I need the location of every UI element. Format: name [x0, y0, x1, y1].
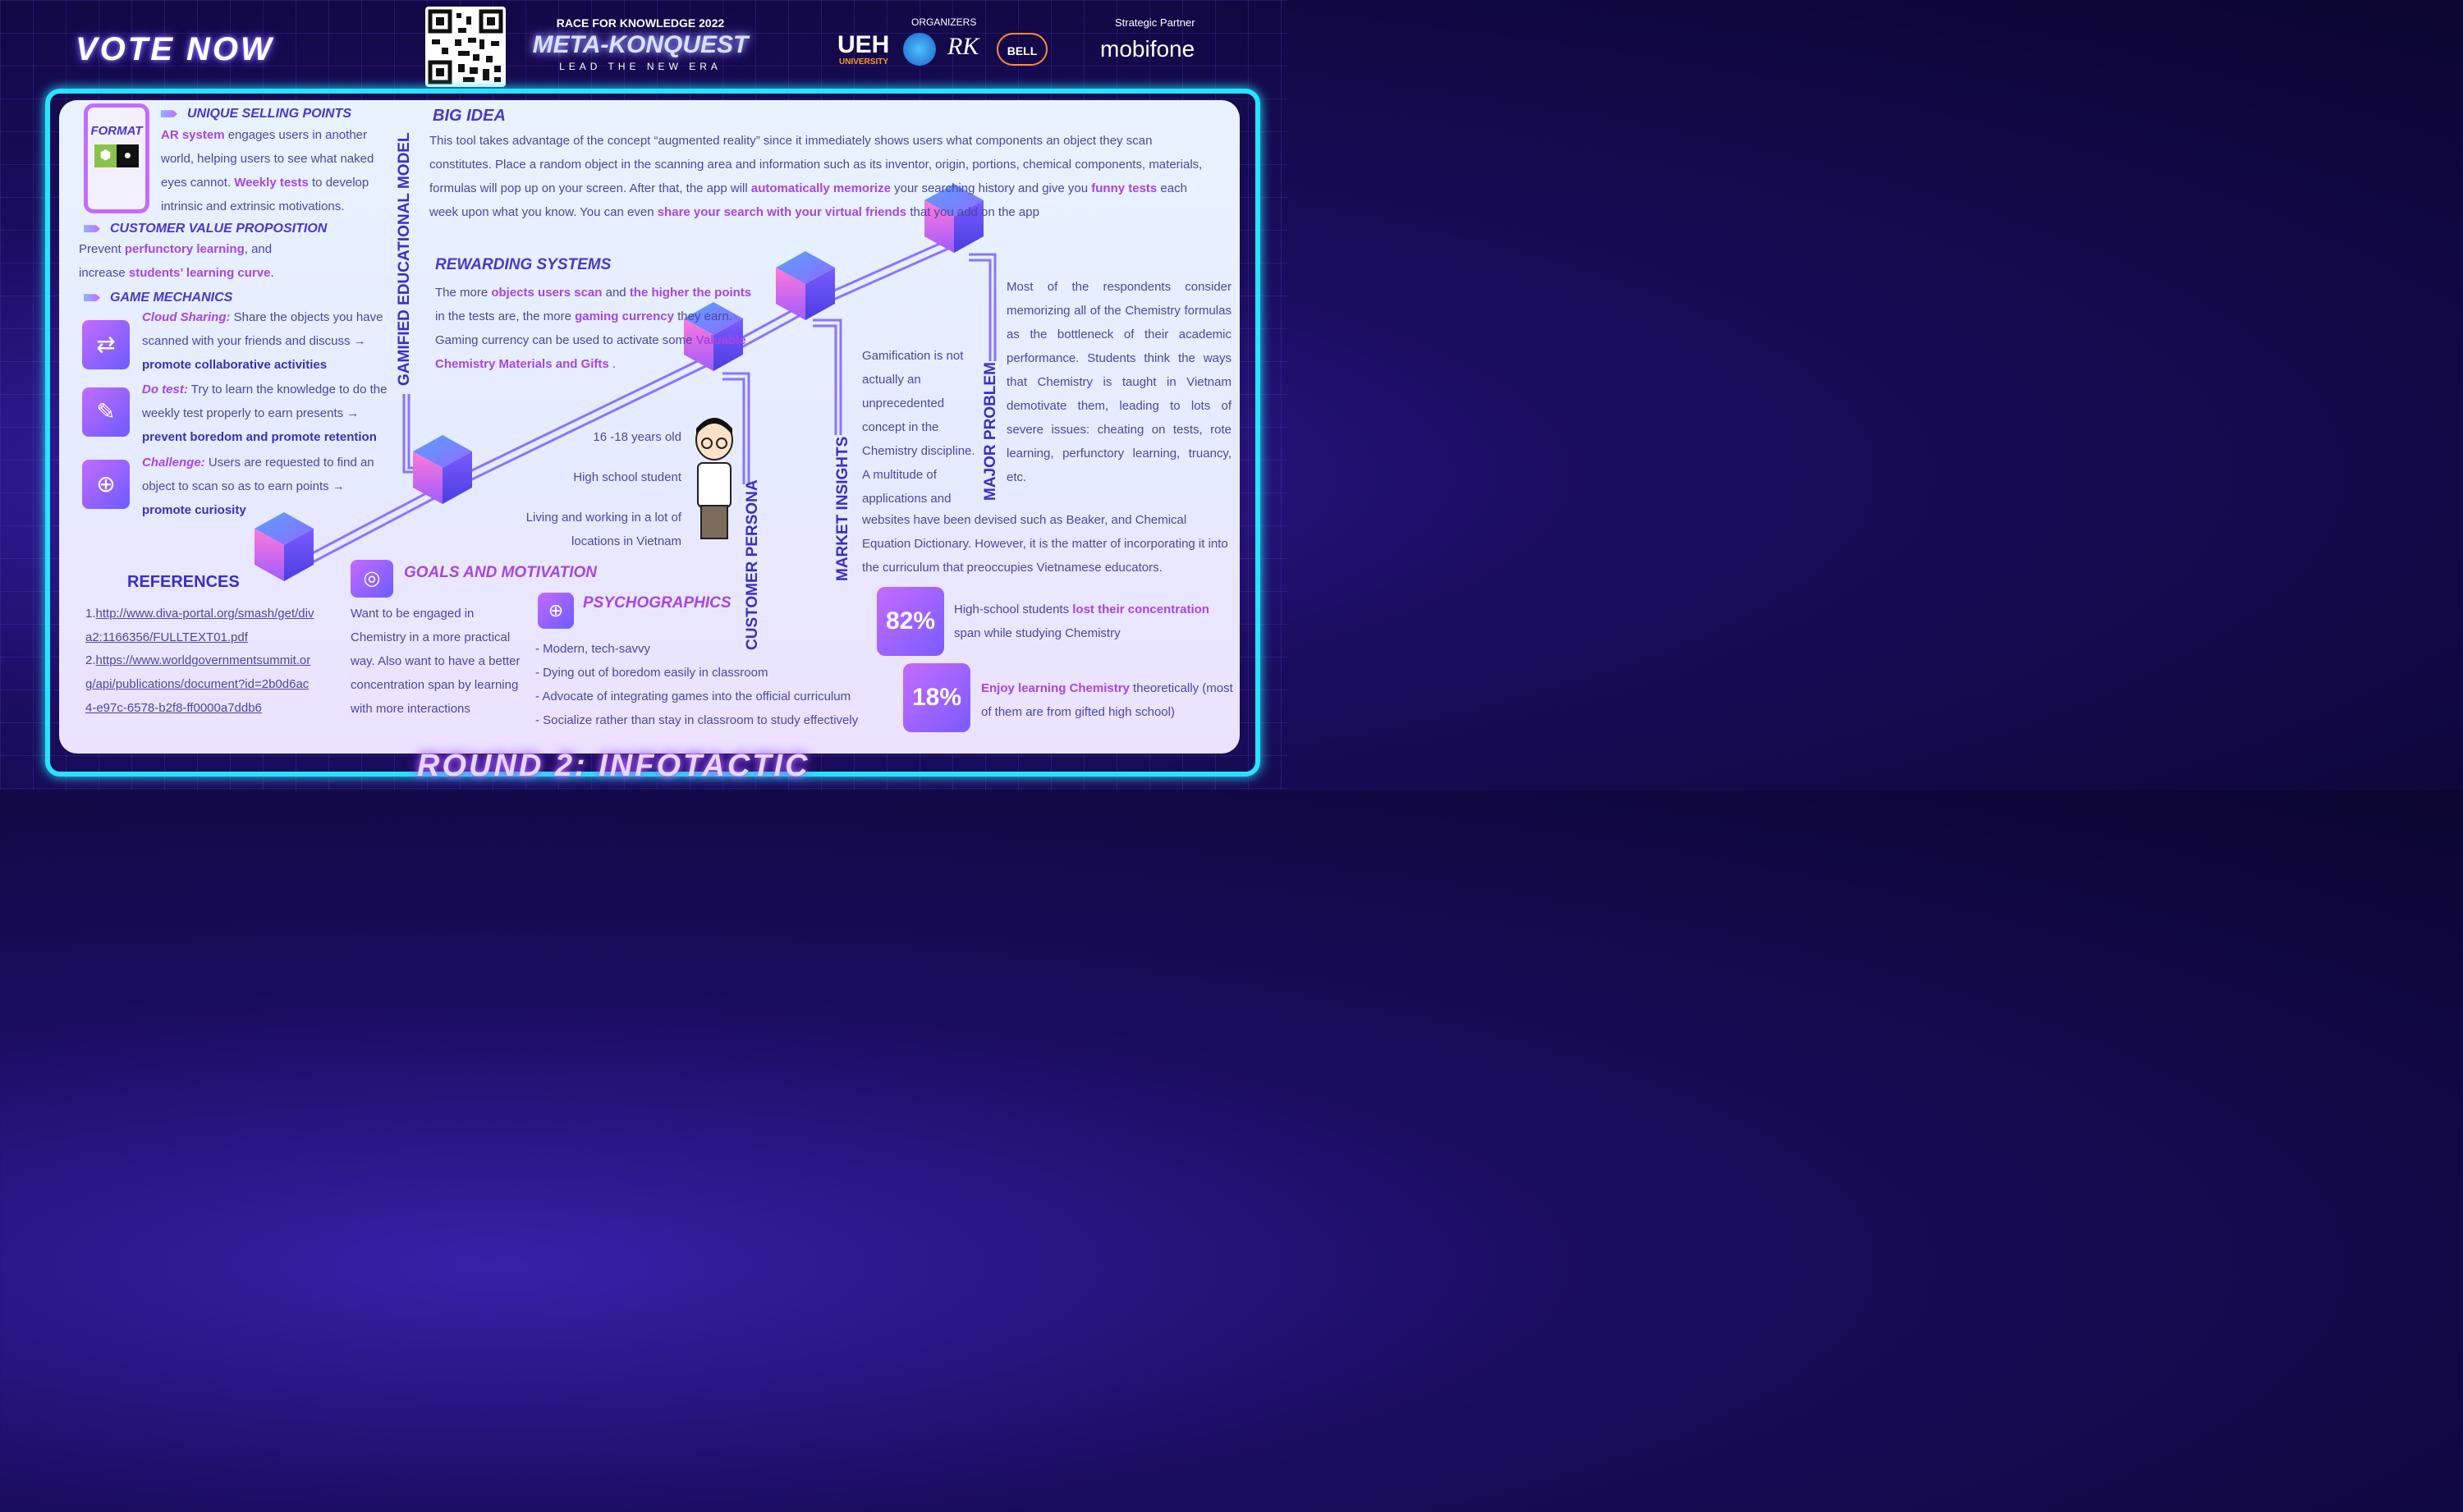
phone-format-icon: FORMAT ⬢ ● [84, 103, 149, 213]
cvp-text: Prevent perfunctory learning, and increa… [79, 242, 274, 280]
psychographics-item: - Modern, tech-savvy [535, 642, 651, 656]
cube-2 [413, 435, 472, 504]
mechanic-item: Do test: Try to learn the knowledge to d… [142, 383, 388, 444]
globe-cursor-icon: ⊕ [538, 593, 574, 629]
round-title: ROUND 2: INFOTACTIC [417, 749, 810, 783]
rewarding-text: The more objects users scan and the high… [435, 286, 752, 371]
reference-link[interactable]: https://www.worldgovernmentsummit.org/ap… [85, 653, 310, 715]
cube-4 [776, 251, 835, 320]
mechanic-item: Cloud Sharing: Share the objects you hav… [142, 310, 383, 372]
stat-text: Enjoy learning Chemistry theoretically (… [981, 681, 1233, 719]
shuffle-icon: ⇄ [82, 320, 130, 369]
psychographics-item: - Advocate of integrating games into the… [535, 690, 851, 703]
psychographics-item: - Socialize rather than stay in classroo… [535, 713, 859, 727]
cursor-click-icon: ◎ [351, 560, 393, 598]
stat-badge: 18% [903, 663, 970, 732]
major-problem-label: MAJOR PROBLEM [982, 362, 999, 501]
format-label: FORMAT [90, 124, 143, 138]
test-edit-icon: ✎ [82, 387, 130, 437]
persona-age: 16 -18 years old [593, 430, 681, 444]
apple-icon: ● [117, 144, 139, 167]
arrow-tag-icon [161, 110, 177, 118]
usp-text: AR system engages users in another world… [161, 128, 374, 213]
psychographics-list: - Modern, tech-savvy - Dying out of bore… [535, 637, 888, 732]
big-idea-text: This tool takes advantage of the concept… [429, 134, 1203, 219]
arrow-tag-icon [84, 294, 100, 302]
references-heading: REFERENCES [127, 573, 240, 591]
psychographics-heading: PSYCHOGRAPHICS [583, 594, 732, 612]
android-icon: ⬢ [94, 144, 117, 167]
psychographics-item: - Dying out of boredom easily in classro… [535, 666, 768, 680]
market-text-2: websites have been devised such as Beake… [862, 513, 1228, 575]
goals-text: Want to be engaged in Chemistry in a mor… [351, 607, 521, 716]
rewarding-heading: REWARDING SYSTEMS [435, 256, 612, 273]
platform-icons: ⬢ ● [94, 144, 139, 167]
globe-search-icon: ⊕ [82, 460, 130, 509]
gamified-model-label: GAMIFIED EDUCATIONAL MODEL [396, 132, 413, 386]
goals-heading: GOALS AND MOTIVATION [404, 564, 598, 581]
cvp-heading: CUSTOMER VALUE PROPOSITION [84, 222, 327, 236]
market-text-1: Gamification is not actually an unpreced… [862, 349, 975, 506]
major-problem-text: Most of the respondents consider memoriz… [1007, 280, 1232, 484]
game-mechanics-heading: GAME MECHANICS [84, 291, 232, 305]
usp-heading: UNIQUE SELLING POINTS [161, 107, 351, 121]
customer-persona-label: CUSTOMER PERSONA [744, 479, 761, 650]
reference-item: 1.http://www.diva-portal.org/smash/get/d… [85, 607, 314, 644]
cube-1 [255, 512, 314, 581]
stat-text: High-school students lost their concentr… [954, 603, 1209, 640]
reference-link[interactable]: http://www.diva-portal.org/smash/get/div… [85, 607, 314, 644]
student-avatar [695, 418, 733, 539]
arrow-tag-icon [84, 225, 100, 233]
persona-location: Living and working in a lot of locations… [525, 511, 681, 548]
reference-item: 2.https://www.worldgovernmentsummit.org/… [85, 653, 311, 715]
persona-role: High school student [573, 470, 681, 484]
mechanic-item: Challenge: Users are requested to find a… [142, 456, 374, 517]
big-idea-heading: BIG IDEA [433, 107, 506, 125]
market-insights-label: MARKET INSIGHTS [834, 436, 851, 581]
